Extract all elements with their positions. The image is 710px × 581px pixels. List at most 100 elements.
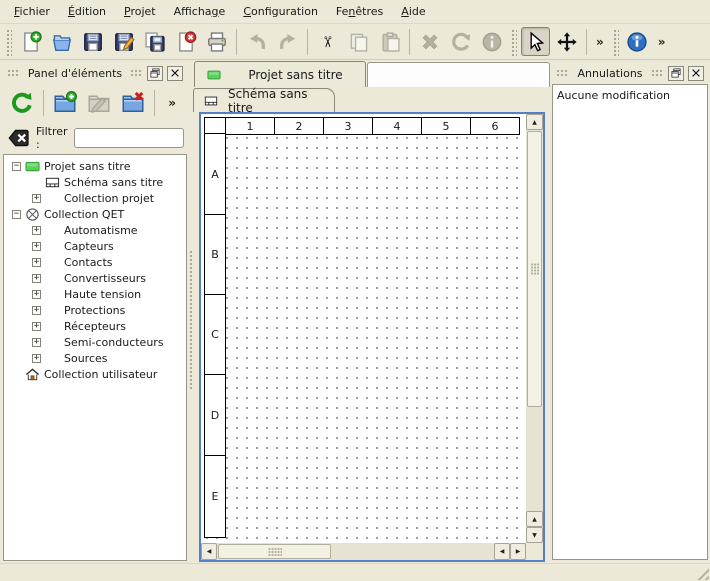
close-icon — [169, 67, 181, 79]
tree-item-protections[interactable]: +Protections — [6, 302, 186, 318]
tab-project[interactable]: Projet sans titre — [194, 61, 366, 87]
reload-collections-button[interactable] — [6, 87, 38, 119]
save-all-button[interactable] — [140, 27, 169, 56]
schema-icon — [45, 175, 60, 190]
new-category-button[interactable] — [49, 87, 81, 119]
about-icon — [626, 31, 648, 53]
toolbar-overflow-button[interactable]: » — [653, 35, 671, 49]
edit-category-button[interactable] — [83, 87, 115, 119]
resize-grip[interactable] — [694, 565, 709, 580]
menu-affichage[interactable]: Affichage — [165, 1, 235, 22]
tree-item-collection-projet[interactable]: +Collection projet — [6, 190, 186, 206]
tree-item-contacts[interactable]: +Contacts — [6, 254, 186, 270]
tree-toggle[interactable]: + — [32, 290, 41, 299]
tree-toggle[interactable]: + — [32, 194, 41, 203]
tree-toggle[interactable]: + — [32, 322, 41, 331]
scroll-right-button[interactable]: ▶ — [510, 543, 526, 560]
mdi-workspace: Projet sans titre Schéma sans titre 1234… — [190, 60, 550, 563]
scroll-up-button[interactable]: ▲ — [526, 114, 543, 130]
tree-item-label: Schéma sans titre — [64, 176, 163, 189]
tree-item-automatisme[interactable]: +Automatisme — [6, 222, 186, 238]
tree-toggle[interactable]: + — [32, 354, 41, 363]
tree-item-projet-sans-titre[interactable]: − Projet sans titre — [6, 158, 186, 174]
tree-item-label: Projet sans titre — [44, 160, 131, 173]
schema-canvas[interactable]: 123456 ABCDE — [201, 114, 526, 543]
tree-item-capteurs[interactable]: +Capteurs — [6, 238, 186, 254]
paste-button[interactable] — [375, 27, 404, 56]
scroll-left-button[interactable]: ◀ — [201, 543, 217, 560]
print-button[interactable] — [202, 27, 231, 56]
delete-category-button[interactable] — [117, 87, 149, 119]
toolbar-drag-handle[interactable] — [5, 28, 12, 56]
menu-bar: FichierÉditionProjetAffichageConfigurati… — [0, 0, 710, 24]
arrow-left-icon: ◀ — [207, 548, 212, 555]
tree-item-sources[interactable]: + Sources — [6, 350, 186, 366]
redo-button[interactable] — [273, 27, 302, 56]
close-undo-panel-button[interactable] — [688, 66, 704, 81]
tree-item-convertisseurs[interactable]: +Convertisseurs — [6, 270, 186, 286]
tree-item-collection-utilisateur[interactable]: Collection utilisateur — [6, 366, 186, 382]
tree-item-label: Sources — [64, 352, 108, 365]
undo-button[interactable] — [242, 27, 271, 56]
horizontal-scroll-thumb[interactable] — [218, 544, 331, 559]
toolbar-overflow-button[interactable]: » — [591, 35, 609, 49]
menu-configuration[interactable]: Configuration — [234, 1, 327, 22]
close-panel-button[interactable] — [167, 66, 183, 81]
delete-button[interactable] — [415, 27, 444, 56]
toolbar-drag-handle[interactable] — [612, 28, 619, 56]
undo-history-entry[interactable]: Aucune modification — [557, 87, 703, 103]
tree-item-semi-conducteurs[interactable]: +Semi-conducteurs — [6, 334, 186, 350]
tree-item-collection-qet[interactable]: −Collection QET — [6, 206, 186, 222]
tree-toggle[interactable]: + — [32, 258, 41, 267]
pan-mode-button[interactable] — [552, 27, 581, 56]
new-file-button[interactable] — [16, 27, 45, 56]
scroll-up-button-2[interactable]: ▲ — [526, 511, 543, 527]
filter-input[interactable] — [74, 128, 184, 148]
tree-item-label: Récepteurs — [64, 320, 126, 333]
tree-toggle[interactable]: + — [32, 306, 41, 315]
cut-button[interactable]: ✂ — [313, 27, 342, 56]
scroll-down-button[interactable]: ▼ — [526, 527, 543, 543]
grid-column-2: 2 — [274, 117, 324, 135]
tree-toggle[interactable]: + — [32, 226, 41, 235]
select-mode-button[interactable] — [521, 27, 550, 56]
tab-schema[interactable]: Schéma sans titre — [193, 88, 335, 112]
tree-toggle[interactable]: + — [32, 274, 41, 283]
clear-filter-icon[interactable] — [8, 127, 30, 149]
scroll-left-button-2[interactable]: ◀ — [494, 543, 510, 560]
delete-icon — [419, 31, 441, 53]
toolbar-drag-handle[interactable] — [510, 28, 517, 56]
open-file-button[interactable] — [47, 27, 76, 56]
vertical-scrollbar[interactable]: ▲ ▲ ▼ — [526, 114, 543, 543]
float-panel-button[interactable] — [147, 66, 163, 81]
copy-button[interactable] — [344, 27, 373, 56]
tree-toggle[interactable]: + — [32, 242, 41, 251]
scrollbar-corner — [526, 543, 543, 560]
save-button[interactable] — [78, 27, 107, 56]
close-file-button[interactable] — [171, 27, 200, 56]
tree-toggle[interactable]: − — [12, 162, 21, 171]
print-icon — [206, 31, 228, 53]
select-arrow-icon — [525, 31, 547, 53]
tree-toggle[interactable]: + — [32, 338, 41, 347]
menu-aide[interactable]: Aide — [392, 1, 434, 22]
toolbar-overflow-button[interactable]: » — [163, 96, 181, 110]
tree-toggle[interactable]: − — [12, 210, 21, 219]
tree-item-recepteurs[interactable]: + Récepteurs — [6, 318, 186, 334]
tree-item-schema-sans-titre[interactable]: Schéma sans titre — [6, 174, 186, 190]
menu-fichier[interactable]: Fichier — [5, 1, 59, 22]
rotate-button[interactable] — [446, 27, 475, 56]
refresh-icon — [10, 91, 34, 115]
filter-label: Filtrer : — [36, 125, 68, 151]
menu-fenetres[interactable]: Fenêtres — [327, 1, 392, 22]
float-undo-panel-button[interactable] — [668, 66, 684, 81]
vertical-scroll-thumb[interactable] — [527, 131, 542, 407]
menu-projet[interactable]: Projet — [115, 1, 165, 22]
menu-edition[interactable]: Édition — [59, 1, 115, 22]
tree-item-haute-tension[interactable]: +Haute tension — [6, 286, 186, 302]
folder-icon — [45, 239, 60, 254]
element-info-button[interactable] — [477, 27, 506, 56]
save-as-button[interactable] — [109, 27, 138, 56]
about-button[interactable] — [623, 27, 652, 56]
horizontal-scrollbar[interactable]: ◀ ◀ ▶ — [201, 543, 526, 560]
